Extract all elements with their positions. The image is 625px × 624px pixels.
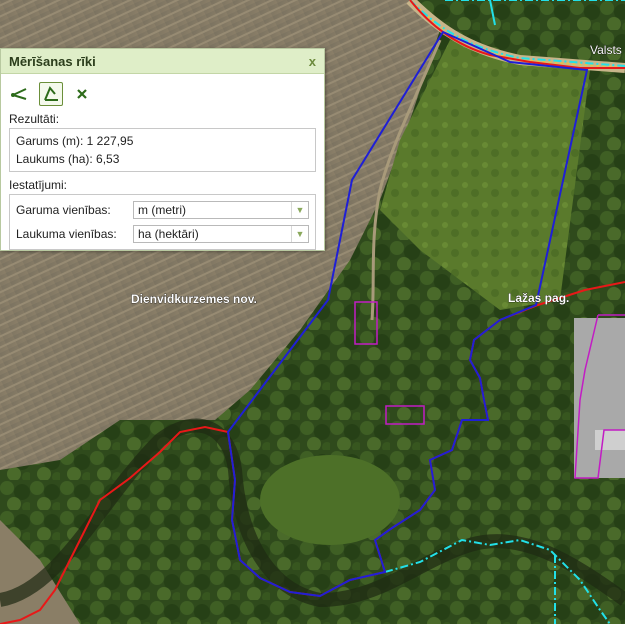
results-label: Rezultāti: [9,112,60,126]
clearing [260,455,400,545]
area-units-label: Laukuma vienības: [16,227,117,241]
map-label-road: Valsts [590,43,622,57]
settings-label: Iestatījumi: [9,178,68,192]
area-units-value: ha (hektāri) [138,227,199,241]
measure-toolbar [1,74,324,110]
length-result: Garums (m): 1 227,95 [16,134,134,148]
length-units-label: Garuma vienības: [16,203,111,217]
results-box: Garums (m): 1 227,95 Laukums (ha): 6,53 [9,128,316,172]
building [595,430,625,450]
panel-header: Mērīšanas rīki x [1,49,324,74]
chevron-down-icon[interactable]: ▼ [291,226,308,242]
length-units-select[interactable]: m (metri) ▼ [133,201,309,219]
clear-icon[interactable] [71,83,93,105]
length-units-row: Garuma vienības: m (metri) ▼ [16,198,309,222]
map-label-parish: Lažas pag. [508,291,569,305]
map-label-municipality: Dienvidkurzemes nov. [131,292,257,306]
area-units-row: Laukuma vienības: ha (hektāri) ▼ [16,222,309,246]
settings-box: Garuma vienības: m (metri) ▼ Laukuma vie… [9,194,316,250]
building [574,318,625,478]
close-icon[interactable]: x [309,54,316,69]
measurement-panel: Mērīšanas rīki x Rezultāti: Garums (m): … [0,48,325,251]
line-measure-icon[interactable] [9,83,31,105]
area-result: Laukums (ha): 6,53 [16,152,120,166]
area-measure-icon[interactable] [39,82,63,106]
length-units-value: m (metri) [138,203,186,217]
chevron-down-icon[interactable]: ▼ [291,202,308,218]
area-units-select[interactable]: ha (hektāri) ▼ [133,225,309,243]
panel-title: Mērīšanas rīki [9,53,96,69]
